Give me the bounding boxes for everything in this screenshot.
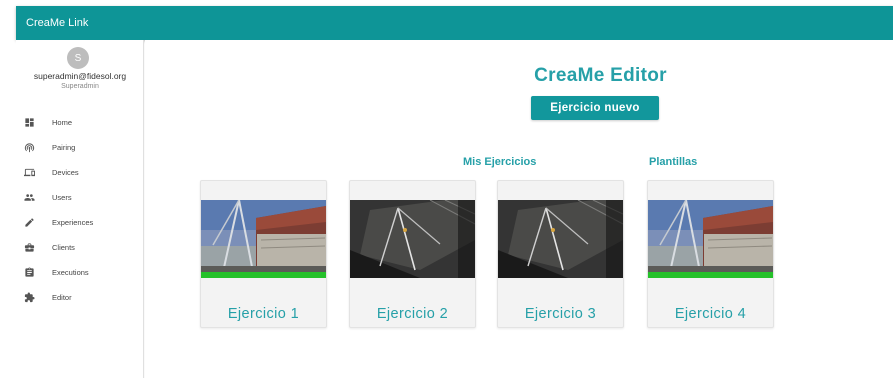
sidebar-item-label: Home bbox=[52, 117, 73, 127]
user-role: Superadmin bbox=[61, 83, 99, 90]
exercise-thumbnail bbox=[498, 200, 623, 278]
antenna-icon bbox=[23, 141, 35, 153]
sidebar-item-label: Users bbox=[52, 192, 72, 202]
page-title: CreaMe Editor bbox=[534, 65, 667, 86]
sidebar: S superadmin@fidesol.org Superadmin Home… bbox=[16, 40, 144, 378]
templates-heading: Plantillas bbox=[649, 156, 698, 168]
exercise-thumbnail bbox=[648, 200, 773, 278]
sidebar-item-label: Editor bbox=[52, 292, 72, 302]
app-frame: CreaMe Link S superadmin@fidesol.org Sup… bbox=[16, 6, 893, 378]
sidebar-item-experiences[interactable]: Experiences bbox=[16, 212, 144, 232]
sidebar-item-users[interactable]: Users bbox=[16, 187, 144, 207]
pencil-icon bbox=[23, 216, 35, 228]
app-title[interactable]: CreaMe Link bbox=[26, 17, 88, 29]
sidebar-item-executions[interactable]: Executions bbox=[16, 262, 144, 282]
briefcase-icon bbox=[23, 241, 35, 253]
template-card-title: Ejercicio 4 bbox=[674, 306, 747, 322]
new-exercise-button[interactable]: Ejercicio nuevo bbox=[531, 96, 659, 120]
exercise-card-title: Ejercicio 1 bbox=[227, 306, 300, 322]
my-exercises-heading: Mis Ejercicios bbox=[463, 156, 537, 168]
template-card[interactable]: Ejercicio 4 bbox=[647, 180, 774, 328]
user-email: superadmin@fidesol.org bbox=[33, 71, 127, 81]
sidebar-item-devices[interactable]: Devices bbox=[16, 162, 144, 182]
app-bar: CreaMe Link bbox=[16, 6, 893, 40]
exercise-thumbnail bbox=[201, 200, 326, 278]
exercise-card-title: Ejercicio 2 bbox=[376, 306, 449, 322]
sidebar-item-label: Clients bbox=[52, 242, 75, 252]
sidebar-item-editor[interactable]: Editor bbox=[16, 287, 144, 307]
exercise-card[interactable]: Ejercicio 3 bbox=[497, 180, 624, 328]
sidebar-item-clients[interactable]: Clients bbox=[16, 237, 144, 257]
dashboard-icon bbox=[23, 116, 35, 128]
devices-icon bbox=[23, 166, 35, 178]
sidebar-item-pairing[interactable]: Pairing bbox=[16, 137, 144, 157]
avatar[interactable]: S bbox=[67, 47, 89, 69]
people-icon bbox=[23, 191, 35, 203]
exercise-card[interactable]: Ejercicio 1 bbox=[200, 180, 327, 328]
sidebar-item-home[interactable]: Home bbox=[16, 112, 144, 132]
sidebar-item-label: Experiences bbox=[52, 217, 94, 227]
clipboard-icon bbox=[23, 266, 35, 278]
exercise-card-title: Ejercicio 3 bbox=[524, 306, 597, 322]
sidebar-item-label: Devices bbox=[52, 167, 79, 177]
puzzle-icon bbox=[23, 291, 35, 303]
exercise-thumbnail bbox=[350, 200, 475, 278]
exercise-card[interactable]: Ejercicio 2 bbox=[349, 180, 476, 328]
avatar-initial: S bbox=[74, 52, 82, 64]
sidebar-item-label: Executions bbox=[52, 267, 89, 277]
sidebar-item-label: Pairing bbox=[52, 142, 76, 152]
main-content: CreaMe Editor Ejercicio nuevo Mis Ejerci… bbox=[145, 40, 893, 378]
